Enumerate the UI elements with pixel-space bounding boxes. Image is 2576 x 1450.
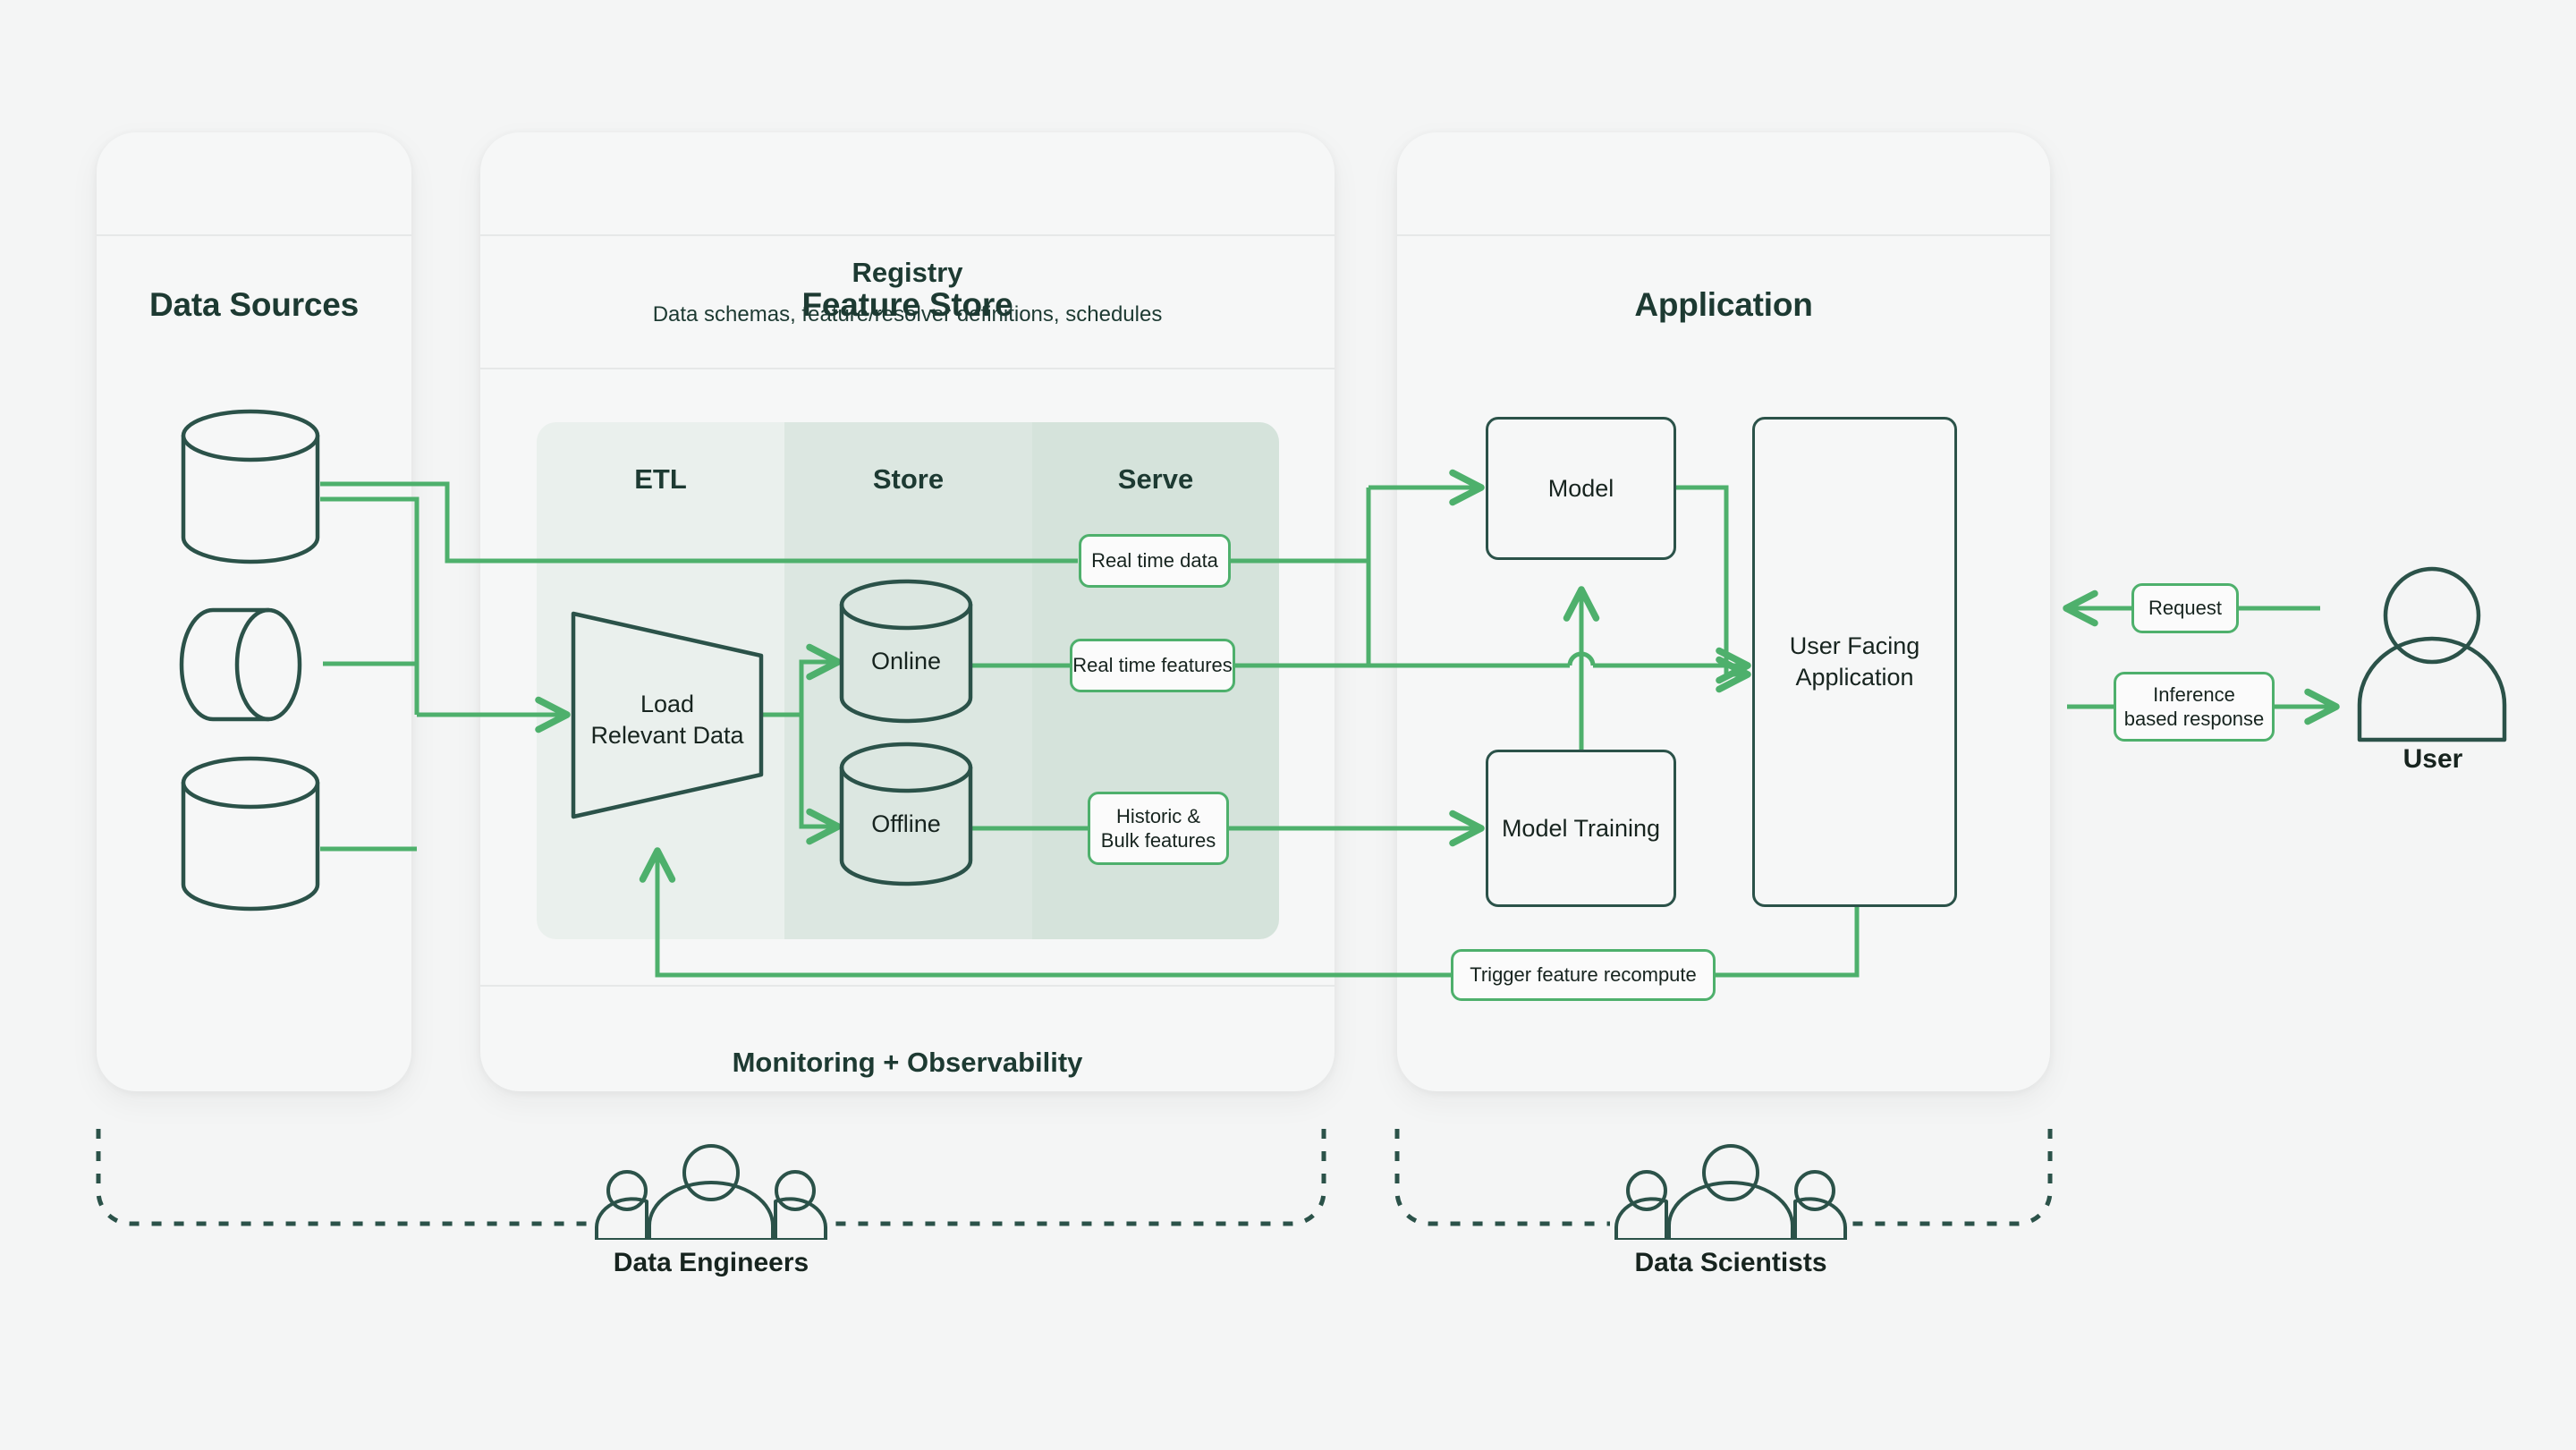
ufa-line-1: User Facing <box>1781 631 1929 662</box>
pill-label: Real time features <box>1072 653 1233 678</box>
monitoring-observability-title: Monitoring + Observability <box>480 1047 1335 1079</box>
persona-label-user: User <box>2343 744 2522 775</box>
pill-label: Request <box>2148 596 2222 621</box>
persona-label-data-engineers: Data Engineers <box>590 1248 832 1278</box>
band-label-etl: ETL <box>537 463 784 496</box>
people-group-icon <box>1610 1143 1852 1240</box>
divider <box>480 234 1335 236</box>
node-model[interactable]: Model <box>1486 417 1676 560</box>
bracket-data-engineers-left <box>98 1129 590 1224</box>
panel-title-data-sources: Data Sources <box>97 286 411 324</box>
panel-title-application: Application <box>1397 286 2050 324</box>
panel-data-sources: Data Sources <box>97 132 411 1091</box>
node-label-model: Model <box>1539 473 1623 505</box>
bracket-data-scientists-left <box>1397 1129 1610 1224</box>
pill-label-line-1: Historic & <box>1116 804 1200 829</box>
registry-subtitle: Data schemas, feature/resolver definitio… <box>480 302 1335 327</box>
person-icon-user <box>2360 569 2504 740</box>
band-store: Store <box>784 422 1032 939</box>
node-model-training[interactable]: Model Training <box>1486 750 1676 907</box>
band-label-serve: Serve <box>1032 463 1279 496</box>
pill-request: Request <box>2131 583 2239 633</box>
persona-data-engineers: Data Engineers <box>590 1143 832 1278</box>
people-group-icon <box>590 1143 832 1240</box>
pill-historic-bulk-features: Historic & Bulk features <box>1088 792 1229 865</box>
pill-trigger-feature-recompute: Trigger feature recompute <box>1451 949 1716 1001</box>
persona-label-data-scientists: Data Scientists <box>1610 1248 1852 1278</box>
pill-inference-based-response: Inference based response <box>2114 672 2275 742</box>
bracket-data-engineers-right <box>832 1129 1324 1224</box>
persona-data-scientists: Data Scientists <box>1610 1143 1852 1278</box>
diagram-canvas: Data Sources Feature Store Registry Data… <box>0 0 2576 1450</box>
registry-title: Registry <box>480 257 1335 289</box>
divider <box>97 234 411 236</box>
pill-label: Trigger feature recompute <box>1470 962 1697 988</box>
pill-label-line-1: Inference <box>2153 683 2235 708</box>
band-etl: ETL <box>537 422 784 939</box>
pill-label-line-2: based response <box>2124 707 2265 732</box>
divider <box>1397 234 2050 236</box>
band-label-store: Store <box>784 463 1032 496</box>
pill-label-line-2: Bulk features <box>1101 828 1216 853</box>
node-user-facing-application[interactable]: User Facing Application <box>1752 417 1957 907</box>
bracket-data-scientists-right <box>1844 1129 2050 1224</box>
pill-real-time-features: Real time features <box>1070 639 1235 692</box>
node-label-model-training: Model Training <box>1493 813 1669 844</box>
pill-real-time-data: Real time data <box>1079 534 1231 588</box>
divider <box>480 985 1335 987</box>
ufa-line-2: Application <box>1786 662 1922 693</box>
pill-label: Real time data <box>1091 548 1218 573</box>
divider <box>480 368 1335 369</box>
